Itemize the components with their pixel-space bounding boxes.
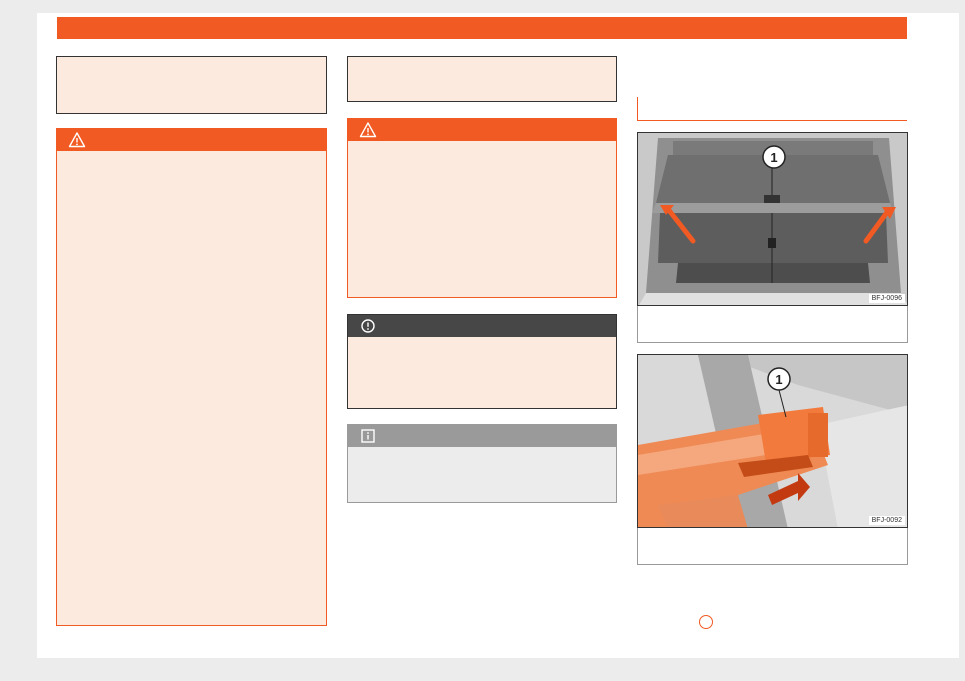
warning-triangle-icon — [68, 132, 86, 148]
figure-cover-detail: 1 BFJ-0092 — [637, 354, 908, 528]
figure-caption-2 — [637, 528, 908, 565]
figure-code: BFJ-0096 — [868, 294, 905, 303]
callout-1-label: 1 — [770, 150, 777, 165]
trunk-cover-illustration: 1 — [638, 133, 907, 305]
info-header — [348, 425, 616, 447]
figure-caption-1 — [637, 306, 908, 343]
page-marker-circle — [699, 615, 713, 629]
exclamation-circle-icon — [361, 319, 375, 333]
warning-triangle-icon — [359, 122, 377, 138]
section-heading — [637, 97, 907, 121]
warning-header — [57, 129, 326, 151]
notice-box — [347, 314, 617, 409]
notice-header — [348, 315, 616, 337]
callout-1-label: 1 — [775, 372, 782, 387]
figure-code: BFJ-0092 — [868, 516, 905, 525]
note-box-col2 — [347, 56, 617, 102]
info-box — [347, 424, 617, 503]
cover-detail-illustration: 1 — [638, 355, 907, 527]
figure-trunk-cover: 1 BFJ-0096 — [637, 132, 908, 306]
info-icon — [361, 429, 375, 443]
header-bar — [57, 17, 907, 39]
warning-header — [348, 119, 616, 141]
warning-box-col1 — [56, 128, 327, 626]
note-box-col1 — [56, 56, 327, 114]
warning-box-col2 — [347, 118, 617, 298]
